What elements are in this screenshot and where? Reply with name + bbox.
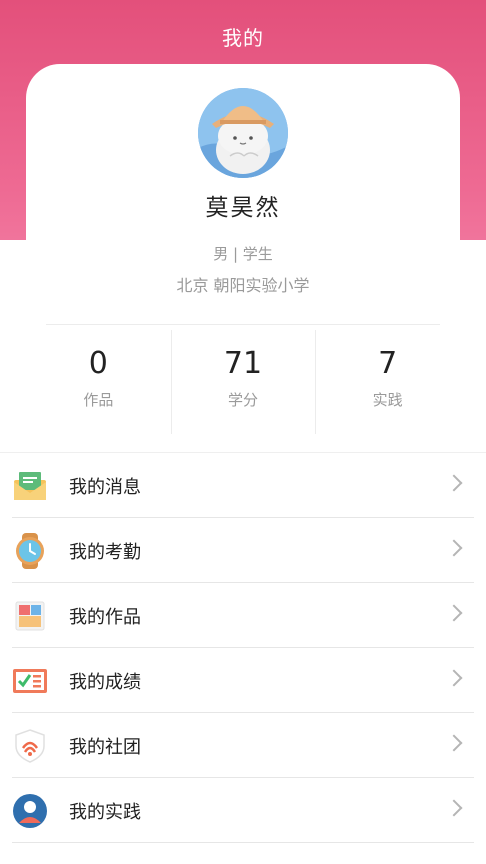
user-school: 北京 朝阳实验小学 bbox=[176, 276, 310, 295]
chevron-right-icon bbox=[445, 799, 463, 817]
menu-item-attendance[interactable]: 我的考勤 bbox=[12, 518, 474, 583]
stat-value: 7 bbox=[378, 346, 398, 381]
page-title: 我的 bbox=[222, 26, 264, 50]
chevron-right-icon bbox=[445, 604, 463, 622]
stat-practice[interactable]: 7 实践 bbox=[315, 330, 460, 434]
shield-badge-icon bbox=[15, 729, 45, 763]
menu-list: 我的消息 我的考勤 我的作品 我的成绩 我的社团 我的实践 bbox=[0, 453, 486, 843]
stat-works[interactable]: 0 作品 bbox=[26, 330, 171, 434]
stat-value: 71 bbox=[223, 346, 263, 381]
stat-label: 实践 bbox=[372, 391, 403, 409]
stat-value: 0 bbox=[88, 346, 108, 381]
chevron-right-icon bbox=[445, 474, 463, 492]
menu-item-label: 我的消息 bbox=[69, 477, 141, 498]
chevron-right-icon bbox=[445, 734, 463, 752]
divider bbox=[46, 324, 440, 325]
menu-item-grades[interactable]: 我的成绩 bbox=[12, 648, 474, 713]
stats-row: 0 作品 71 学分 7 实践 bbox=[26, 330, 460, 434]
chevron-right-icon bbox=[445, 539, 463, 557]
menu-item-label: 我的社团 bbox=[69, 737, 141, 758]
menu-item-label: 我的成绩 bbox=[69, 672, 141, 693]
menu-item-label: 我的考勤 bbox=[69, 542, 141, 563]
report-card-icon bbox=[13, 669, 47, 693]
watch-icon bbox=[16, 533, 44, 569]
cat-avatar-icon bbox=[198, 88, 288, 178]
menu-item-label: 我的作品 bbox=[69, 607, 141, 628]
menu-item-practice[interactable]: 我的实践 bbox=[12, 778, 474, 843]
artwork-icon bbox=[15, 601, 45, 631]
user-name: 莫昊然 bbox=[205, 195, 281, 221]
stat-label: 作品 bbox=[83, 391, 114, 409]
user-circle-icon bbox=[13, 794, 47, 828]
menu-item-label: 我的实践 bbox=[69, 802, 141, 823]
stat-label: 学分 bbox=[228, 391, 259, 409]
chevron-right-icon bbox=[445, 669, 463, 687]
user-gender-role: 男 | 学生 bbox=[213, 245, 273, 263]
avatar[interactable] bbox=[198, 88, 288, 178]
menu-item-messages[interactable]: 我的消息 bbox=[12, 453, 474, 518]
stat-credits[interactable]: 71 学分 bbox=[170, 330, 316, 434]
menu-item-works[interactable]: 我的作品 bbox=[12, 583, 474, 648]
envelope-icon bbox=[14, 472, 46, 500]
menu-item-clubs[interactable]: 我的社团 bbox=[12, 713, 474, 778]
